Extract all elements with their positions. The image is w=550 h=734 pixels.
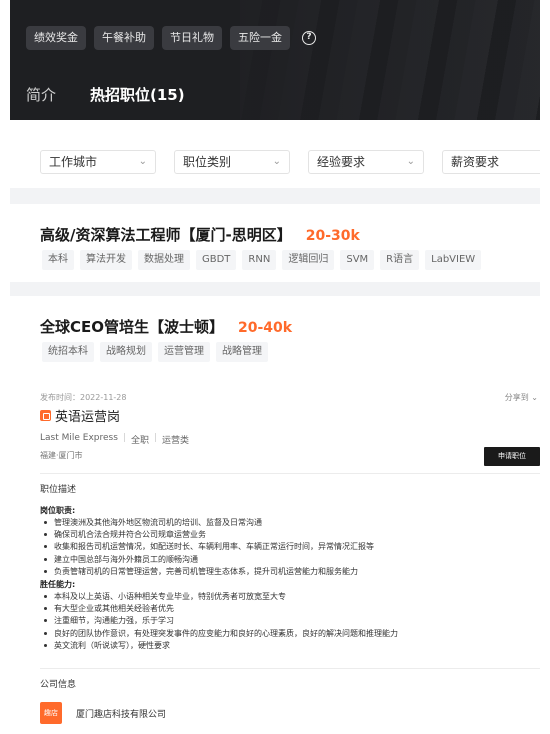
benefit-tag: 绩效奖金 bbox=[26, 26, 86, 50]
list-item: 有大型企业或其他相关经验者优先 bbox=[42, 603, 398, 615]
job-tag: R语言 bbox=[380, 250, 420, 270]
job-tag: 算法开发 bbox=[80, 250, 132, 270]
benefit-tag: 节日礼物 bbox=[162, 26, 222, 50]
duties-list: 管理澳洲及其他海外地区物流司机的培训、监督及日常沟通 确保司机合法合规并符合公司… bbox=[42, 517, 374, 578]
filter-label: 经验要求 bbox=[317, 155, 366, 169]
company-name[interactable]: 厦门趣店科技有限公司 bbox=[76, 707, 166, 720]
job-tag: SVM bbox=[340, 250, 375, 270]
job-name-row: 英语运营岗 bbox=[40, 406, 120, 425]
list-item: 确保司机合法合规并符合公司规章运营业务 bbox=[42, 529, 374, 541]
share-button[interactable]: 分享到 ⌄ bbox=[505, 392, 538, 403]
filter-experience[interactable]: 经验要求 ⌄ bbox=[308, 150, 424, 174]
question-icon[interactable]: ? bbox=[302, 31, 316, 45]
job-tag: 战略管理 bbox=[216, 342, 268, 362]
list-item: 建立中国总部与海外外籍员工的顺畅沟通 bbox=[42, 554, 374, 566]
list-item: 管理澳洲及其他海外地区物流司机的培训、监督及日常沟通 bbox=[42, 517, 374, 529]
company-header: 绩效奖金 午餐补助 节日礼物 五险一金 ? 简介 热招职位(15) bbox=[10, 0, 540, 120]
separator: | bbox=[122, 433, 126, 443]
job-tag: 逻辑回归 bbox=[282, 250, 335, 270]
post-date: 发布时间：2022-11-28 bbox=[40, 393, 127, 402]
list-item: 注重细节，沟通能力强，乐于学习 bbox=[42, 615, 398, 627]
company-info[interactable]: 趣店 厦门趣店科技有限公司 bbox=[40, 702, 166, 724]
company-jobs-panel: 绩效奖金 午餐补助 节日礼物 五险一金 ? 简介 热招职位(15) 工作城市 ⌄… bbox=[10, 0, 540, 365]
duties-heading: 岗位职责: bbox=[40, 506, 76, 515]
job-card[interactable]: 高级/资深算法工程师【厦门-思明区】 20-30k 本科 算法开发 数据处理 G… bbox=[10, 204, 540, 282]
job-type: 全职 bbox=[130, 436, 149, 446]
requirements-list: 本科及以上英语、小语种相关专业毕业，特别优秀者可放宽至大专 有大型企业或其他相关… bbox=[42, 591, 398, 652]
section-title-description: 职位描述 bbox=[40, 485, 77, 495]
company-logo: 趣店 bbox=[40, 702, 62, 724]
job-tags: 统招本科 战略规划 运营管理 战略管理 bbox=[42, 342, 268, 362]
list-item: 良好的团队协作意识，有处理突发事件的应变能力和良好的心理素质，良好的解决问题和推… bbox=[42, 628, 398, 640]
job-icon bbox=[40, 410, 51, 421]
chevron-down-icon: ⌄ bbox=[138, 156, 147, 167]
list-item: 本科及以上英语、小语种相关专业毕业，特别优秀者可放宽至大专 bbox=[42, 591, 398, 603]
share-label: 分享到 bbox=[504, 393, 529, 402]
job-tag: 运营管理 bbox=[158, 342, 210, 362]
apply-button[interactable]: 申请职位 bbox=[484, 447, 540, 466]
job-tag: 统招本科 bbox=[42, 342, 94, 362]
separator: | bbox=[153, 433, 158, 443]
requirements-heading: 胜任能力: bbox=[40, 580, 76, 589]
job-title[interactable]: 高级/资深算法工程师【厦门-思明区】 bbox=[40, 224, 292, 245]
section-title-company: 公司信息 bbox=[40, 680, 77, 690]
job-category: 运营类 bbox=[162, 436, 190, 446]
job-tag: 本科 bbox=[42, 250, 74, 270]
job-title[interactable]: 全球CEO管培生【波士顿】 bbox=[40, 316, 224, 337]
filter-salary[interactable]: 薪资要求 bbox=[442, 150, 540, 174]
job-meta: Last Mile Express | 全职 | 运营类 bbox=[40, 433, 189, 446]
filter-label: 工作城市 bbox=[49, 155, 98, 169]
filter-label: 职位类别 bbox=[183, 155, 232, 169]
list-item: 收集和报告司机运营情况，如配送时长、车辆利用率、车辆正常运行时间，异常情况汇报等 bbox=[42, 541, 374, 553]
tab-intro[interactable]: 简介 bbox=[26, 84, 56, 106]
chevron-down-icon: ⌄ bbox=[406, 156, 415, 167]
benefit-tag: 五险一金 bbox=[230, 26, 290, 50]
list-item: 英文流利（听说读写），硬性要求 bbox=[42, 640, 398, 652]
job-title-row: 高级/资深算法工程师【厦门-思明区】 20-30k bbox=[40, 224, 360, 245]
company-tabs: 简介 热招职位(15) bbox=[26, 84, 185, 106]
job-tag: 数据处理 bbox=[138, 250, 190, 270]
chevron-down-icon: ⌄ bbox=[272, 156, 281, 167]
job-filters: 工作城市 ⌄ 职位类别 ⌄ 经验要求 ⌄ 薪资要求 bbox=[10, 120, 540, 196]
job-tag: RNN bbox=[242, 250, 277, 270]
job-title-row: 全球CEO管培生【波士顿】 20-40k bbox=[40, 316, 292, 337]
job-tag: LabVIEW bbox=[425, 250, 482, 270]
job-tag: GBDT bbox=[196, 250, 237, 270]
benefit-tags: 绩效奖金 午餐补助 节日礼物 五险一金 ? bbox=[26, 26, 316, 50]
job-salary: 20-40k bbox=[238, 320, 293, 336]
divider bbox=[40, 473, 540, 474]
job-card[interactable]: 全球CEO管培生【波士顿】 20-40k 统招本科 战略规划 运营管理 战略管理 bbox=[10, 296, 540, 365]
job-tags: 本科 算法开发 数据处理 GBDT RNN 逻辑回归 SVM R语言 LabVI… bbox=[42, 250, 482, 270]
list-item: 负责管辖司机的日常管理运营，完善司机管理生态体系，提升司机运营能力和服务能力 bbox=[42, 566, 374, 578]
job-salary: 20-30k bbox=[305, 228, 360, 244]
job-location: 福建·厦门市 bbox=[40, 451, 83, 460]
divider bbox=[40, 668, 540, 669]
filter-category[interactable]: 职位类别 ⌄ bbox=[174, 150, 290, 174]
job-tag: 战略规划 bbox=[100, 342, 152, 362]
job-name: 英语运营岗 bbox=[55, 410, 121, 425]
job-detail: 发布时间：2022-11-28 分享到 ⌄ 英语运营岗 Last Mile Ex… bbox=[0, 384, 550, 734]
filter-label: 薪资要求 bbox=[451, 155, 500, 169]
chevron-down-icon: ⌄ bbox=[531, 393, 538, 402]
benefit-tag: 午餐补助 bbox=[94, 26, 154, 50]
company-short-name: Last Mile Express bbox=[40, 433, 118, 443]
filter-city[interactable]: 工作城市 ⌄ bbox=[40, 150, 156, 174]
tab-hot-jobs[interactable]: 热招职位(15) bbox=[90, 84, 185, 106]
